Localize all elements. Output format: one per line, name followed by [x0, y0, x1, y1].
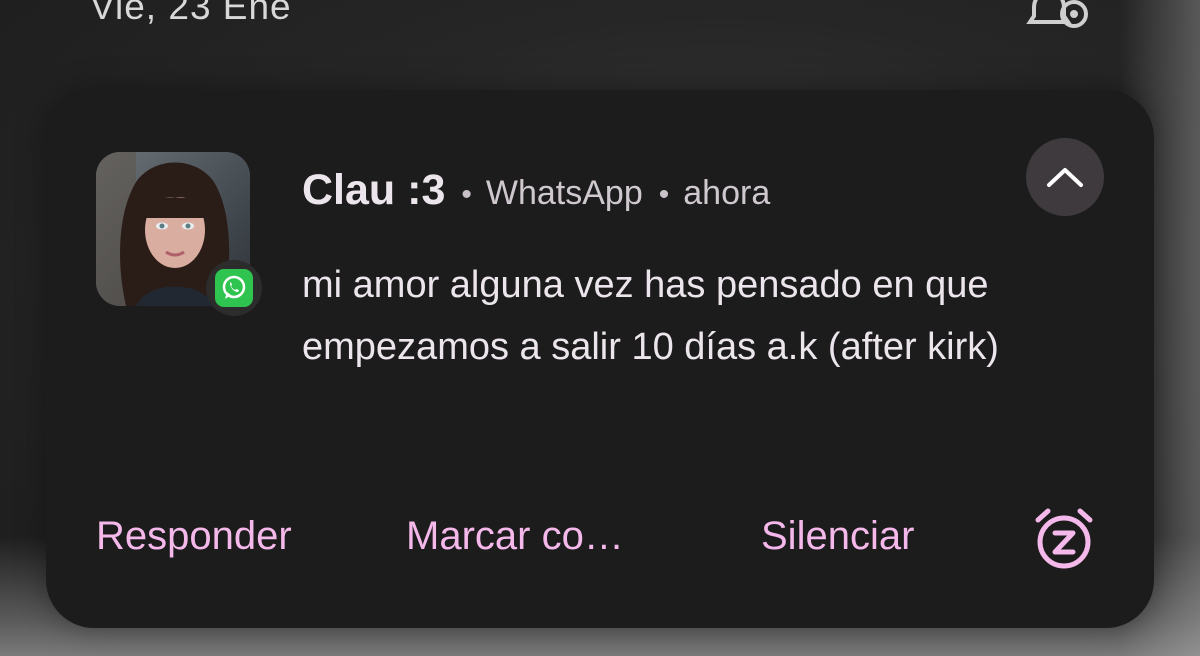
notification-card[interactable]: Clau :3 • WhatsApp • ahora mi amor algun… — [46, 90, 1154, 628]
reply-button[interactable]: Responder — [96, 514, 292, 559]
whatsapp-icon — [215, 269, 253, 307]
separator-dot: • — [658, 178, 670, 211]
separator-dot: • — [461, 178, 472, 211]
mark-as-read-button[interactable]: Marcar co… — [406, 514, 624, 559]
snooze-icon[interactable] — [1030, 506, 1098, 570]
notification-header: Clau :3 • WhatsApp • ahora — [302, 166, 770, 215]
message-text: mi amor alguna vez has pensado en que em… — [302, 264, 999, 368]
mute-button[interactable]: Silenciar — [761, 514, 914, 559]
notification-settings-icon[interactable] — [1024, 0, 1094, 34]
notification-time: ahora — [683, 174, 771, 212]
status-date: Vie, 23 Ene — [90, 0, 292, 27]
chevron-up-icon — [1047, 168, 1083, 187]
whatsapp-badge — [206, 260, 262, 316]
app-name: WhatsApp — [485, 174, 643, 212]
notification-actions: Responder Marcar co… Silenciar — [46, 500, 1154, 570]
collapse-button[interactable] — [1026, 138, 1104, 216]
sender-name: Clau :3 — [302, 166, 446, 214]
